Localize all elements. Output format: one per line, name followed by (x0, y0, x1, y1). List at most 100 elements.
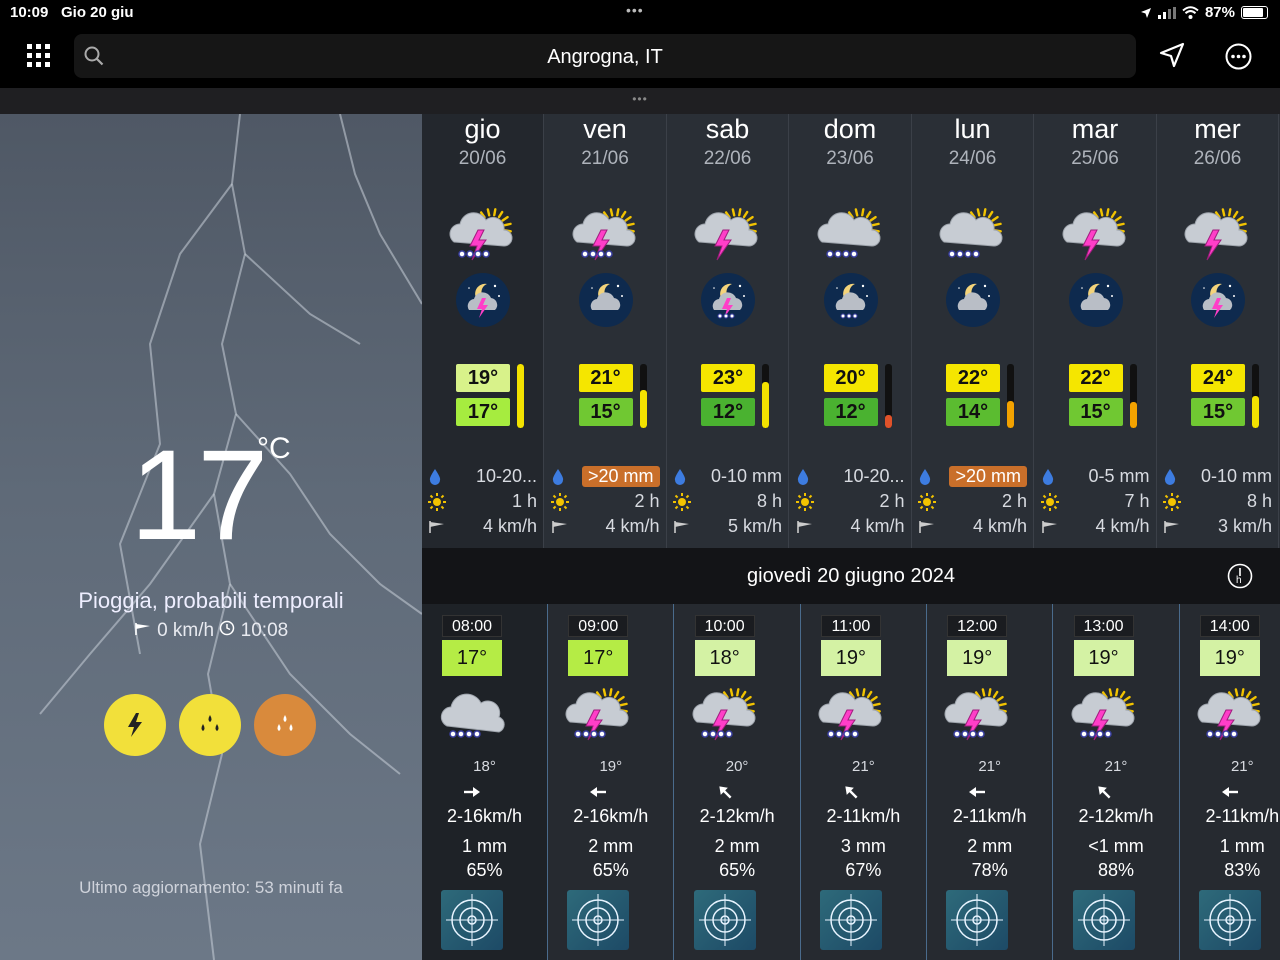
wind-speed: 4 km/h (1095, 516, 1150, 536)
current-wind: 0 km/h (157, 620, 215, 641)
hour-column-13:00[interactable]: 13:00 19° 21° 2-12km/h <1 mm 88% (1054, 604, 1180, 960)
more-options-icon[interactable] (1225, 43, 1252, 70)
sun-icon (918, 492, 936, 511)
precipitation: 0-10 mm (710, 466, 782, 486)
temperature-gauge (639, 364, 647, 428)
weather-alerts (104, 694, 316, 756)
sun-cloud-storm-rain-icon (563, 686, 635, 753)
radar-thumbnail-icon[interactable] (1072, 890, 1135, 950)
day-column-sab[interactable]: sab 22/06 23° 12° 0-10 mm 8 h 5 km/h (667, 114, 789, 548)
sunshine-hours: 2 h (879, 491, 905, 511)
hour-temperature: 19° (820, 640, 881, 676)
hour-precipitation: 1 mm (1219, 836, 1265, 856)
wind-speed: 4 km/h (972, 516, 1027, 536)
min-temperature: 15° (1068, 398, 1123, 426)
hour-time: 11:00 (820, 615, 881, 637)
sun-icon (1163, 492, 1181, 511)
min-temperature: 17° (456, 398, 510, 426)
wind-direction-arrow-icon (967, 784, 987, 805)
wind-flag-icon (134, 623, 150, 635)
cellular-signal-icon (1157, 6, 1176, 19)
hour-column-11:00[interactable]: 11:00 19° 21° 2-11km/h 3 mm 67% (801, 604, 927, 960)
sunshine-hours: 1 h (511, 491, 537, 511)
wind-flag-icon (674, 520, 689, 533)
day-date: 20/06 (458, 148, 507, 169)
hour-column-08:00[interactable]: 08:00 17° 18° 2-16km/h 1 mm 65% (422, 604, 548, 960)
wind-direction-arrow-icon (715, 784, 735, 805)
raindrop-icon (552, 468, 563, 485)
day-name: ven (583, 114, 627, 144)
last-updated: Ultimo aggiornamento: 53 minuti fa (79, 878, 343, 897)
rain-icon[interactable] (179, 694, 241, 756)
radar-thumbnail-icon[interactable] (441, 890, 503, 950)
hour-column-12:00[interactable]: 12:00 19° 21° 2-11km/h 2 mm 78% (927, 604, 1054, 960)
radar-thumbnail-icon[interactable] (946, 890, 1009, 950)
hour-format-icon[interactable]: h (1227, 563, 1253, 589)
moon-cloud-icon (1068, 272, 1124, 333)
radar-thumbnail-icon[interactable] (819, 890, 882, 950)
wifi-icon (1182, 6, 1199, 19)
hour-precipitation: 2 mm (714, 836, 760, 856)
sun-cloud-storm-rain-icon (1195, 686, 1267, 753)
panel-drag-handle[interactable]: ••• (0, 88, 1280, 114)
day-column-lun[interactable]: lun 24/06 22° 14° >20 mm 2 h 4 km/h (912, 114, 1034, 548)
raindrop-icon (674, 468, 686, 485)
locate-arrow-icon[interactable] (1159, 42, 1185, 68)
feels-like-temperature: 21° (978, 758, 1002, 775)
wind-flag-icon (1041, 520, 1057, 533)
hour-column-14:00[interactable]: 14:00 19° 21° 2-11km/h 1 mm 83% (1180, 604, 1280, 960)
hour-column-10:00[interactable]: 10:00 18° 20° 2-12km/h 2 mm 65% (675, 604, 801, 960)
radar-thumbnail-icon[interactable] (567, 890, 630, 950)
hour-time: 13:00 (1073, 615, 1134, 637)
wind-flag-icon (551, 520, 567, 533)
hour-temperature: 19° (947, 640, 1008, 676)
sunshine-hours: 8 h (1246, 491, 1272, 511)
hour-humidity: 65% (592, 860, 629, 880)
feels-like-temperature: 21° (852, 758, 875, 775)
radar-thumbnail-icon[interactable] (693, 890, 756, 950)
multitask-handle[interactable]: ••• (626, 2, 644, 18)
day-name: sab (705, 114, 750, 144)
hour-temperature: 19° (1073, 640, 1134, 676)
temperature-gauge (884, 364, 892, 428)
day-column-mar[interactable]: mar 25/06 22° 15° 0-5 mm 7 h 4 km/h (1035, 114, 1157, 548)
top-bar: Angrogna, IT (0, 26, 1280, 88)
wind-flag-icon (1164, 520, 1179, 533)
hour-precipitation: <1 mm (1088, 836, 1144, 856)
feels-like-temperature: 20° (725, 758, 749, 775)
clock-icon (220, 620, 235, 636)
hour-wind: 2-11km/h (952, 806, 1027, 826)
current-condition: Pioggia, probabili temporali (78, 588, 344, 613)
radar-thumbnail-icon[interactable] (1198, 890, 1261, 950)
day-date: 21/06 (581, 148, 629, 169)
wind-speed: 4 km/h (605, 516, 660, 536)
min-temperature: 12° (701, 398, 755, 426)
wind-direction-arrow-icon (462, 784, 482, 805)
max-temperature: 23° (701, 364, 755, 392)
hour-precipitation: 2 mm (967, 836, 1013, 856)
hour-column-09:00[interactable]: 09:00 17° 19° 2-16km/h 2 mm 65% (548, 604, 675, 960)
hour-humidity: 65% (466, 860, 503, 880)
location-search-input[interactable]: Angrogna, IT (74, 34, 1136, 78)
day-column-mer[interactable]: mer 26/06 24° 15° 0-10 mm 8 h 3 km/h (1157, 114, 1279, 548)
lightning-icon[interactable] (104, 694, 166, 756)
max-temperature: 21° (578, 364, 633, 392)
daily-forecast: gio 20/06 19° 17° 10-20... 1 h 4 km/h ve… (422, 114, 1280, 548)
location-name: Angrogna, IT (547, 46, 663, 68)
hour-time: 09:00 (568, 615, 629, 637)
day-date: 26/06 (1193, 148, 1242, 169)
wind-flag-icon (429, 520, 444, 533)
hour-time: 12:00 (947, 615, 1008, 637)
grid-menu-icon[interactable] (27, 44, 51, 68)
max-temperature: 20° (823, 364, 878, 392)
raindrop-icon (429, 468, 441, 485)
sun-icon (428, 492, 446, 511)
rain-heavy-icon[interactable] (254, 694, 316, 756)
sunshine-hours: 2 h (1001, 491, 1027, 511)
max-temperature: 19° (456, 364, 510, 392)
day-column-gio[interactable]: gio 20/06 19° 17° 10-20... 1 h 4 km/h (422, 114, 544, 548)
sun-icon (1040, 492, 1059, 511)
day-column-dom[interactable]: dom 23/06 20° 12° 10-20... 2 h 4 km/h (790, 114, 912, 548)
day-column-ven[interactable]: ven 21/06 21° 15° >20 mm 2 h 4 km/h (545, 114, 667, 548)
hour-wind: 2-11km/h (1205, 806, 1280, 826)
